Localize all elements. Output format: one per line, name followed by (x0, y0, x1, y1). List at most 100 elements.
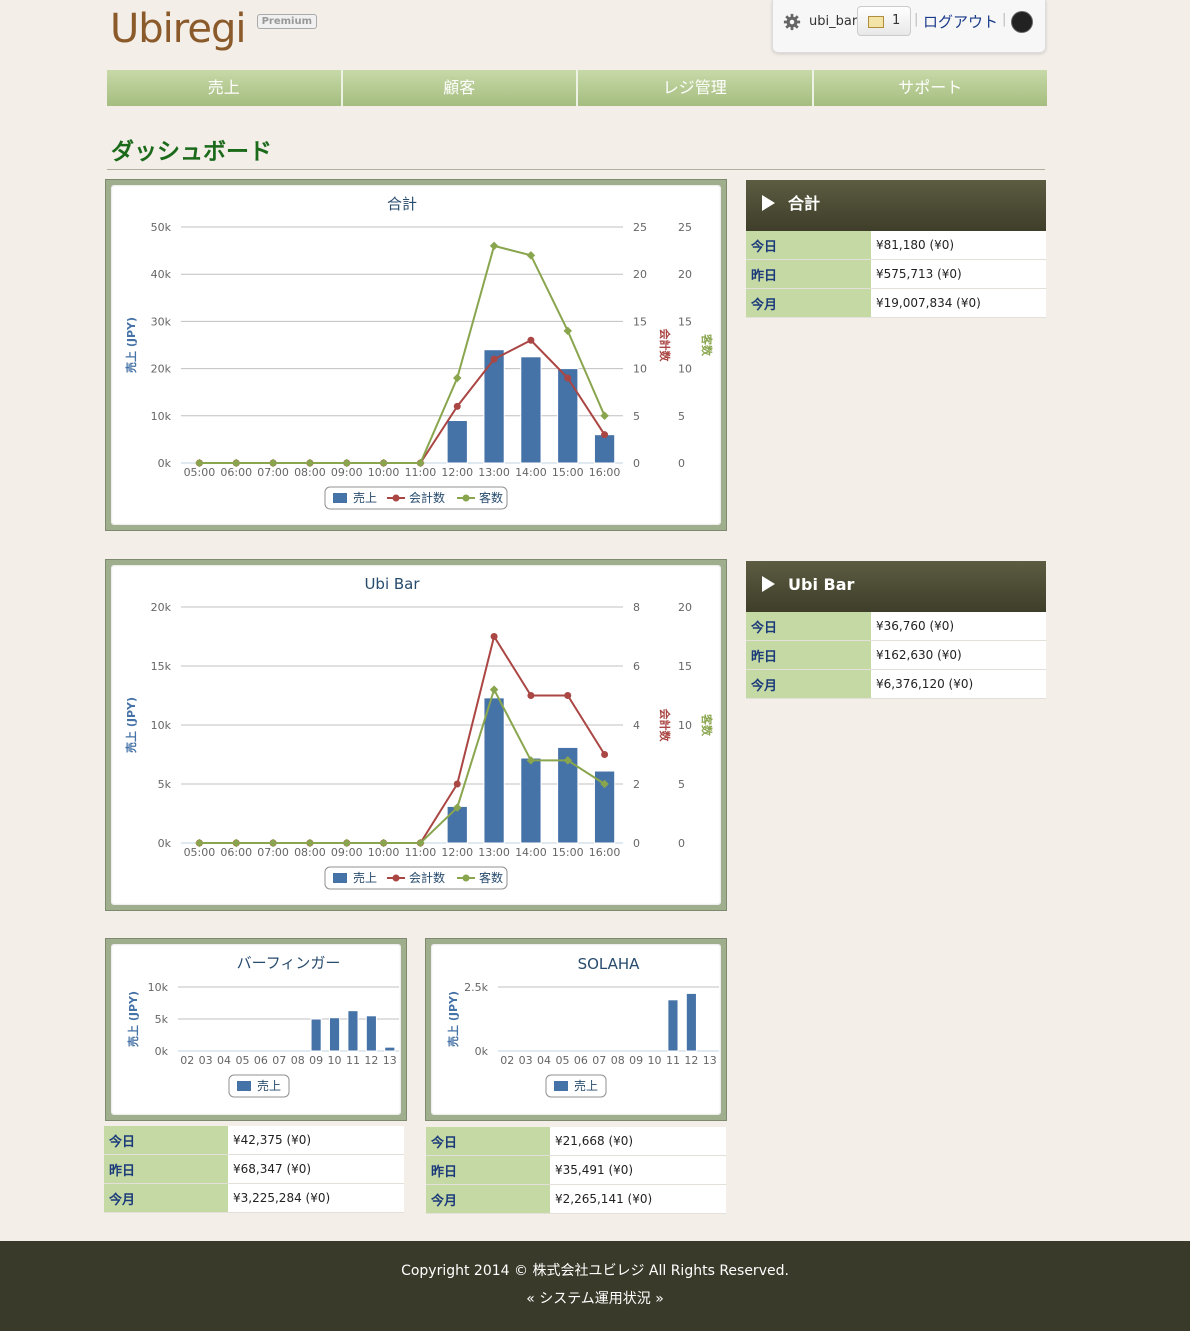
separator: | (1002, 12, 1007, 27)
data-point (601, 431, 609, 439)
chart-panel-total: 合計 0k 10k 20k 30k 40k 50k 売上 (JPY) 0 5 10 15 20 25 会計数… (105, 179, 727, 531)
nav-support[interactable]: サポート (813, 70, 1047, 106)
chart-title: Ubi Bar (364, 575, 420, 593)
mail-count: 1 (892, 13, 901, 28)
table-row: 昨日 ¥575,713 (¥0) (746, 259, 1046, 289)
stat-value: ¥162,630 (¥0) (871, 640, 1046, 670)
y-tick-label: 20k (151, 601, 172, 614)
summary-ubibar-header: Ubi Bar (746, 561, 1046, 612)
gear-icon[interactable] (783, 13, 801, 31)
footer: Copyright 2014 © 株式会社ユビレジ All Rights Res… (0, 1241, 1190, 1331)
bar (685, 992, 697, 1052)
stat-key: 今日 (746, 612, 871, 641)
x-tick-label: 10:00 (368, 466, 400, 479)
x-tick-label: 16:00 (589, 466, 621, 479)
y-axis-label: 売上 (JPY) (124, 317, 138, 373)
bar (328, 1017, 341, 1052)
chart-title: 合計 (387, 195, 417, 213)
x-tick-label: 07 (592, 1054, 606, 1067)
bar (347, 1010, 359, 1052)
y3-axis-label: 客数 (700, 333, 714, 357)
premium-badge: Premium (256, 14, 317, 29)
stat-key: 今日 (104, 1126, 228, 1155)
data-point (453, 373, 462, 383)
bar (667, 999, 679, 1052)
x-tick-label: 12 (364, 1054, 378, 1067)
x-tick-label: 09:00 (331, 846, 363, 859)
play-icon (762, 195, 775, 211)
stat-key: 今月 (746, 288, 871, 318)
x-tick-label: 05:00 (184, 466, 216, 479)
table-row: 昨日 ¥162,630 (¥0) (746, 640, 1046, 670)
bar (483, 697, 505, 844)
data-point (489, 241, 499, 251)
stat-value: ¥35,491 (¥0) (550, 1155, 726, 1185)
legend-label: 会計数 (409, 490, 445, 505)
y-tick-label: 0k (158, 457, 172, 470)
y-tick-label: 40k (151, 268, 172, 281)
x-tick-label: 03 (199, 1054, 213, 1067)
x-tick-label: 08:00 (294, 466, 326, 479)
y-tick-label: 2.5k (464, 981, 488, 994)
series-line (199, 339, 606, 464)
system-status-link[interactable]: « システム運用状況 » (0, 1288, 1190, 1308)
summary-barfinger-table: 今日 ¥42,375 (¥0) 昨日 ¥68,347 (¥0) 今月 ¥3,225,2… (104, 1126, 404, 1213)
stat-key: 昨日 (746, 640, 871, 670)
stat-value: ¥68,347 (¥0) (228, 1154, 404, 1184)
y3-tick-label: 5 (678, 410, 685, 423)
x-tick-label: 16:00 (589, 846, 621, 859)
mail-button[interactable]: 1 (857, 6, 911, 36)
play-icon (762, 576, 775, 592)
logo[interactable]: Ubiregi Premium (110, 6, 317, 52)
y-tick-label: 5k (158, 778, 172, 791)
y2-tick-label: 15 (633, 315, 647, 328)
legend-swatch (462, 874, 470, 882)
y2-tick-label: 5 (633, 410, 640, 423)
y3-tick-label: 20 (678, 601, 692, 614)
y2-axis-label: 会計数 (658, 709, 672, 743)
copyright: Copyright 2014 © 株式会社ユビレジ All Rights Res… (401, 1263, 789, 1279)
logout-link[interactable]: ログアウト (923, 11, 998, 32)
chart-title: バーフィンガー (237, 954, 341, 972)
x-tick-label: 10 (648, 1054, 662, 1067)
x-tick-label: 10 (328, 1054, 342, 1067)
chart-total: 合計 0k 10k 20k 30k 40k 50k 売上 (JPY) 0 5 10 15 20 25 会計数… (124, 195, 714, 510)
bar (557, 368, 579, 464)
y-tick-label: 30k (151, 315, 172, 328)
x-tick-label: 06 (254, 1054, 268, 1067)
y2-tick-label: 8 (633, 601, 640, 614)
globe-icon[interactable] (1011, 11, 1033, 33)
x-tick-label: 11 (346, 1054, 360, 1067)
nav-register-management[interactable]: レジ管理 (578, 70, 814, 106)
x-tick-label: 12 (684, 1054, 698, 1067)
legend-label: 売上 (574, 1078, 598, 1093)
envelope-icon (868, 16, 884, 28)
summary-ubibar-table: 今日 ¥36,760 (¥0) 昨日 ¥162,630 (¥0) 今月 ¥6,376,… (746, 612, 1046, 699)
nav-customers[interactable]: 顧客 (342, 70, 578, 106)
nav-sales[interactable]: 売上 (107, 70, 343, 106)
stat-value: ¥42,375 (¥0) (228, 1126, 404, 1155)
stat-key: 今月 (746, 669, 871, 699)
y2-tick-label: 10 (633, 363, 647, 376)
x-tick-label: 13:00 (478, 466, 510, 479)
stat-key: 今日 (746, 231, 871, 260)
x-tick-label: 05:00 (184, 846, 216, 859)
y-axis-label: 売上 (JPY) (446, 991, 460, 1047)
chart-ubibar: Ubi Bar 0k 5k 10k 15k 20k 売上 (JPY) 0 2 4 6 8 会計数 0 5 10… (124, 575, 714, 890)
data-point (527, 336, 535, 344)
stat-value: ¥2,265,141 (¥0) (550, 1184, 726, 1214)
x-tick-label: 13 (703, 1054, 717, 1067)
y2-axis-label: 会計数 (658, 329, 672, 363)
y3-tick-label: 5 (678, 778, 685, 791)
y-tick-label: 0k (475, 1045, 489, 1058)
legend-label: 売上 (353, 870, 377, 885)
y3-axis-label: 客数 (700, 713, 714, 737)
summary-total-title: 合計 (788, 194, 821, 213)
data-point (564, 374, 572, 382)
summary-total-header: 合計 (746, 180, 1046, 231)
data-point (564, 692, 572, 699)
legend-swatch (554, 1081, 568, 1091)
y2-tick-label: 4 (633, 719, 640, 732)
stat-value: ¥19,007,834 (¥0) (871, 288, 1046, 318)
y-tick-label: 5k (155, 1013, 169, 1026)
